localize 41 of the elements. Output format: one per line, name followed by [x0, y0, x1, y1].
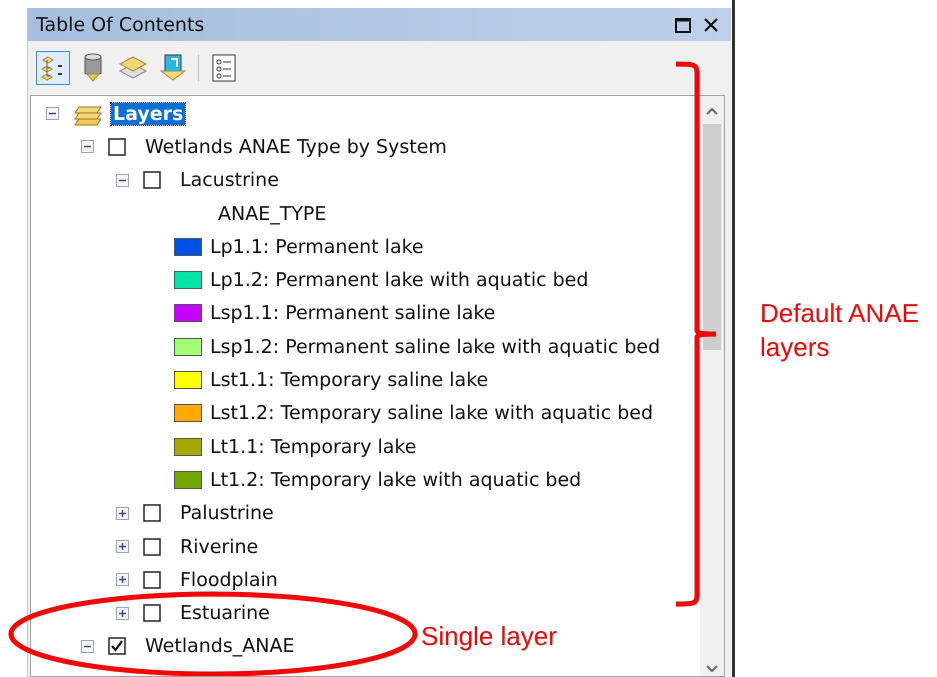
scroll-thumb[interactable]: [703, 124, 721, 350]
layer-name[interactable]: Palustrine: [178, 502, 276, 524]
annotation-text: Single layer: [421, 621, 557, 652]
layer-name[interactable]: Estuarine: [178, 602, 272, 624]
annotation-text: Default ANAE layers: [760, 297, 920, 364]
checkbox[interactable]: [108, 637, 126, 656]
checkbox[interactable]: [143, 538, 161, 556]
legend-label: Lp1.2: Permanent lake with aquatic bed: [209, 269, 590, 292]
layer-name[interactable]: Riverine: [178, 536, 260, 558]
legend-label: Lt1.1: Temporary lake: [209, 436, 418, 458]
legend-label: Lsp1.1: Permanent saline lake: [209, 302, 496, 324]
layer-name[interactable]: Wetlands ANAE Type by System: [143, 136, 449, 158]
layer-name[interactable]: Wetlands_ANAE: [143, 635, 296, 658]
scroll-down-icon[interactable]: [705, 664, 719, 674]
scroll-up-icon[interactable]: [705, 106, 719, 116]
collapse-icon[interactable]: [46, 107, 59, 120]
layer-selection-icon: [159, 53, 187, 83]
checkbox[interactable]: [143, 171, 161, 190]
scrollbar[interactable]: [700, 96, 724, 676]
list-options-icon: [212, 54, 236, 82]
checkbox[interactable]: [108, 138, 126, 156]
collapse-icon[interactable]: [81, 640, 94, 653]
layer-frame-label[interactable]: Layers: [111, 102, 186, 125]
legend-label: Lst1.1: Temporary saline lake: [209, 369, 490, 392]
legend-label: Lst1.2: Temporary saline lake with aquatic bed: [209, 402, 654, 424]
legend-label: Lsp1.2: Permanent saline lake with aquatic bed: [209, 336, 662, 358]
expand-icon[interactable]: [116, 606, 129, 620]
expand-icon[interactable]: [116, 540, 129, 553]
expand-icon[interactable]: [116, 506, 129, 520]
collapse-icon[interactable]: [116, 174, 129, 187]
legend-heading: ANAE_TYPE: [217, 202, 328, 225]
panel-title: Table Of Contents: [36, 14, 206, 36]
layer-name[interactable]: Lacustrine: [178, 169, 281, 192]
checkbox[interactable]: [143, 504, 161, 522]
collapse-icon[interactable]: [81, 140, 94, 154]
checkbox[interactable]: [143, 604, 161, 622]
expand-icon[interactable]: [116, 573, 129, 586]
layer-name[interactable]: Floodplain: [178, 568, 280, 591]
checkbox[interactable]: [143, 570, 161, 589]
legend-label: Lt1.2: Temporary lake with aquatic bed: [209, 468, 582, 491]
legend-label: Lp1.1: Permanent lake: [209, 236, 425, 258]
